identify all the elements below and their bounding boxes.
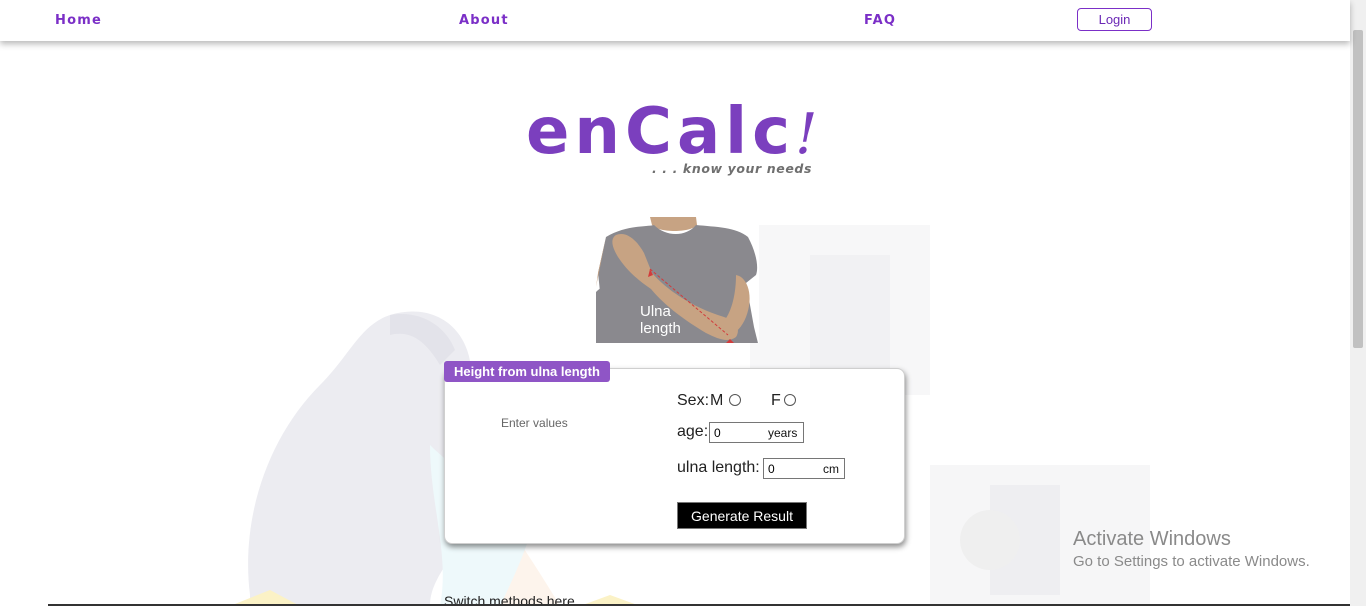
sex-f-label: F: [771, 392, 781, 409]
ulna-length-label: ulna length:: [677, 459, 760, 476]
top-navbar: Home About FAQ Login: [0, 0, 1350, 41]
nav-faq-link[interactable]: FAQ: [864, 13, 896, 28]
logo-tagline: . . . know your needs: [652, 161, 812, 176]
vertical-scrollbar[interactable]: [1350, 0, 1366, 606]
activate-windows-subtitle: Go to Settings to activate Windows.: [1073, 553, 1310, 570]
nav-home-link[interactable]: Home: [55, 13, 102, 28]
sex-m-radio[interactable]: [729, 394, 741, 406]
enter-values-label: Enter values: [501, 416, 568, 430]
age-label: age:: [677, 423, 709, 440]
age-input[interactable]: [714, 425, 762, 440]
generate-result-button[interactable]: Generate Result: [677, 502, 807, 529]
ulna-length-input[interactable]: [768, 461, 816, 476]
scrollbar-thumb[interactable]: [1353, 30, 1363, 348]
figure-label-ulna: Ulna: [640, 303, 672, 320]
page: Home About FAQ Login enCalc! . . . know …: [0, 0, 1366, 606]
sex-m-label: M: [710, 392, 724, 409]
logo-exclamation: !: [795, 102, 823, 167]
activate-windows-title: Activate Windows: [1073, 528, 1231, 550]
age-field: years: [709, 422, 804, 443]
sex-f-radio[interactable]: [784, 394, 796, 406]
ulna-calculator-card: [444, 368, 905, 544]
card-title-tab: Height from ulna length: [444, 361, 610, 382]
ulna-length-unit: cm: [823, 462, 839, 476]
sex-label: Sex:: [677, 392, 710, 409]
logo-text: enCalc: [526, 95, 795, 169]
age-unit: years: [768, 426, 798, 440]
figure-label-length: length: [640, 320, 681, 337]
login-button[interactable]: Login: [1077, 8, 1152, 31]
nav-about-link[interactable]: About: [459, 13, 509, 28]
ulna-length-field: cm: [763, 458, 845, 479]
ulna-length-illustration: Ulna length: [596, 217, 759, 343]
